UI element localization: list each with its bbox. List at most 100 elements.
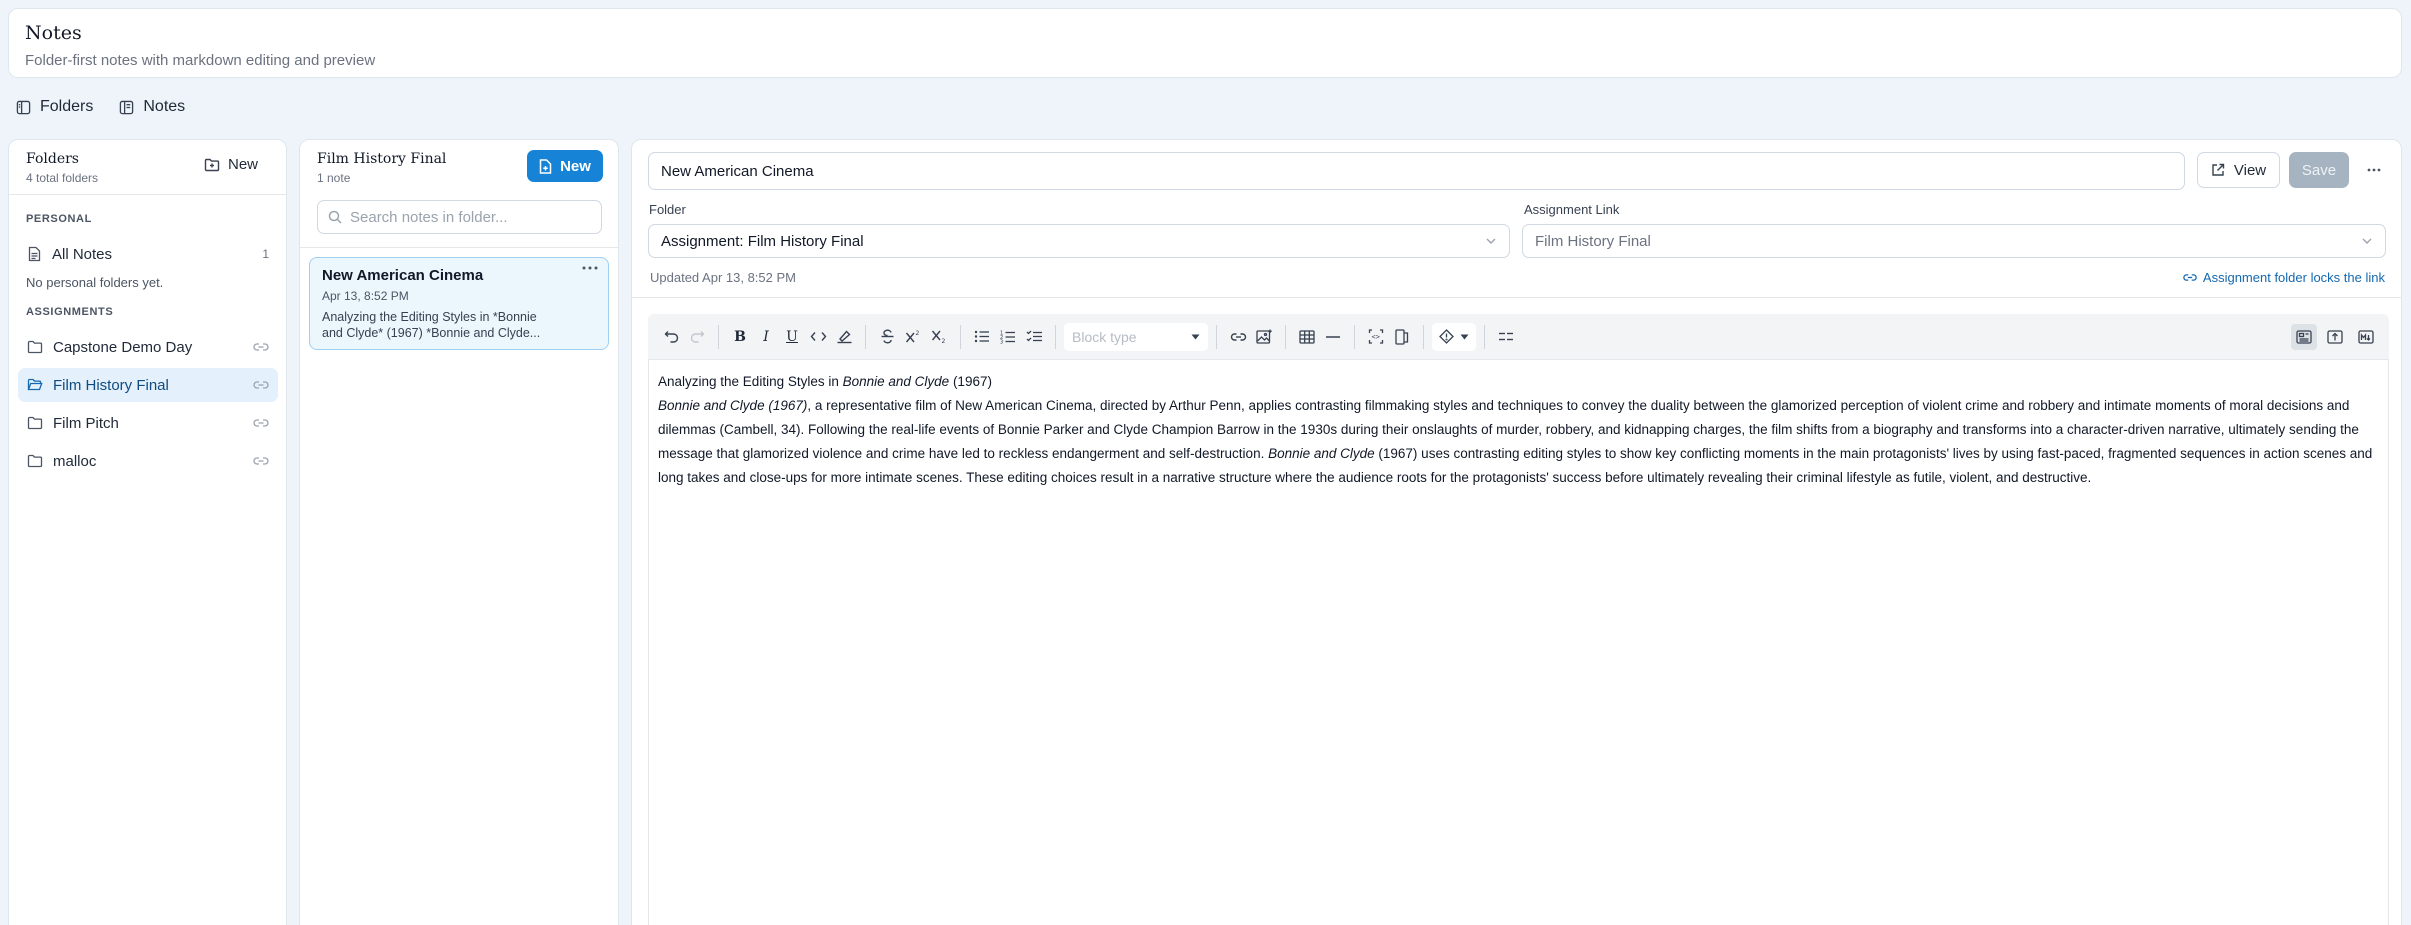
note-title-input[interactable] xyxy=(648,152,2185,190)
editor-panel: View Save Folder Assignment: Film Histor… xyxy=(631,139,2402,925)
content-italic: Bonnie and Clyde xyxy=(842,374,950,389)
strikethrough-button[interactable] xyxy=(874,324,900,350)
note-card[interactable]: New American Cinema Apr 13, 8:52 PM Anal… xyxy=(309,257,609,350)
superscript-button[interactable]: 2 xyxy=(900,324,926,350)
bulleted-list-button[interactable] xyxy=(969,324,995,350)
source-mode-button[interactable] xyxy=(2322,324,2348,350)
subscript-button[interactable]: 2 xyxy=(926,324,952,350)
image-icon xyxy=(1256,329,1272,344)
divider xyxy=(300,247,618,248)
new-folder-button[interactable]: New xyxy=(204,156,258,173)
note-card-snippet: Analyzing the Editing Styles in *Bonnie … xyxy=(322,310,541,340)
folder-open-icon xyxy=(27,378,43,392)
more-icon xyxy=(582,266,598,270)
folder-icon xyxy=(27,454,43,468)
app-title: Notes xyxy=(25,22,82,44)
editor-more-button[interactable] xyxy=(2360,156,2388,184)
redo-button[interactable] xyxy=(684,324,710,350)
code-button[interactable] xyxy=(805,324,831,350)
notes-toggle-label: Notes xyxy=(143,98,186,115)
notes-header: Film History Final 1 note xyxy=(317,151,446,185)
folder-label: malloc xyxy=(53,452,97,470)
empty-personal-text: No personal folders yet. xyxy=(26,275,164,290)
view-toggle: Folders Notes xyxy=(16,98,185,116)
checklist-button[interactable] xyxy=(1021,324,1047,350)
save-button[interactable]: Save xyxy=(2289,152,2349,188)
notes-toggle-button[interactable]: Notes xyxy=(119,98,185,116)
notes-panel: Film History Final 1 note New New Americ… xyxy=(299,139,619,925)
admonition-button[interactable] xyxy=(1432,322,1476,351)
admonition-icon xyxy=(1439,329,1454,344)
fullscreen-button[interactable] xyxy=(1389,324,1415,350)
highlight-button[interactable] xyxy=(831,324,857,350)
rich-text-mode-button[interactable] xyxy=(2291,323,2317,350)
toolbar-separator xyxy=(960,324,961,349)
toolbar-separator xyxy=(718,324,719,349)
note-search-input[interactable] xyxy=(350,208,590,226)
notes-count: 1 note xyxy=(317,171,351,185)
folder-item-film-history-final[interactable]: Film History Final xyxy=(18,368,278,402)
content-italic: Bonnie and Clyde xyxy=(1268,446,1375,461)
underline-button[interactable]: U xyxy=(779,324,805,350)
folder-label: Film Pitch xyxy=(53,414,119,432)
block-type-select[interactable]: Block type xyxy=(1064,322,1208,351)
assignment-link-select[interactable]: Film History Final xyxy=(1522,224,2386,258)
markdown-icon xyxy=(2358,329,2374,344)
toolbar-separator xyxy=(1423,324,1424,349)
new-note-button[interactable]: New xyxy=(527,150,603,182)
editor-mode-toggle xyxy=(2291,323,2379,350)
bold-button[interactable]: B xyxy=(727,324,753,350)
chevron-down-icon xyxy=(2361,237,2373,245)
folders-toggle-label: Folders xyxy=(40,98,94,115)
folder-icon xyxy=(27,340,43,354)
content-text: (1967) xyxy=(949,374,992,389)
app-header: Notes Folder-first notes with markdown e… xyxy=(8,8,2402,78)
diff-icon: <> xyxy=(1368,329,1384,344)
diff-button[interactable]: <> xyxy=(1363,324,1389,350)
undo-icon xyxy=(664,330,679,343)
insert-image-button[interactable] xyxy=(1251,324,1277,350)
folder-plus-icon xyxy=(204,157,220,172)
file-plus-icon xyxy=(539,158,552,174)
horizontal-rule-button[interactable] xyxy=(1320,324,1346,350)
note-search-field[interactable] xyxy=(317,200,602,234)
note-card-title: New American Cinema xyxy=(322,267,484,284)
insert-table-button[interactable] xyxy=(1294,324,1320,350)
more-icon xyxy=(2367,168,2381,172)
numbered-list-button[interactable]: 123 xyxy=(995,324,1021,350)
bulleted-list-icon xyxy=(974,330,990,343)
sidebar-icon xyxy=(119,100,134,115)
italic-icon: I xyxy=(763,328,769,345)
editor-content[interactable]: Analyzing the Editing Styles in Bonnie a… xyxy=(658,370,2378,490)
folders-header: Folders 4 total folders xyxy=(26,151,98,185)
note-menu-button[interactable] xyxy=(582,266,598,270)
editor-toolbar: B I U 2 2 123 Block type <> xyxy=(648,314,2389,360)
all-notes-item[interactable]: All Notes 1 xyxy=(18,237,278,271)
block-type-placeholder: Block type xyxy=(1072,328,1137,345)
insert-link-button[interactable] xyxy=(1225,324,1251,350)
link-icon xyxy=(253,456,269,466)
markdown-mode-button[interactable] xyxy=(2353,324,2379,350)
content-paragraph: Bonnie and Clyde (1967), a representativ… xyxy=(658,394,2378,490)
view-button[interactable]: View xyxy=(2197,152,2280,188)
assignment-lock-link[interactable]: Assignment folder locks the link xyxy=(2183,270,2385,285)
folders-toggle-button[interactable]: Folders xyxy=(16,98,93,116)
folder-select[interactable]: Assignment: Film History Final xyxy=(648,224,1510,258)
folder-item-film-pitch[interactable]: Film Pitch xyxy=(18,406,278,440)
content-heading: Analyzing the Editing Styles in Bonnie a… xyxy=(658,370,2378,394)
toolbar-separator xyxy=(1216,324,1217,349)
chevron-down-icon xyxy=(1485,237,1497,245)
undo-button[interactable] xyxy=(658,324,684,350)
italic-button[interactable]: I xyxy=(753,324,779,350)
underline-icon: U xyxy=(786,328,798,345)
folder-item-capstone-demo-day[interactable]: Capstone Demo Day xyxy=(18,330,278,364)
code-icon xyxy=(810,331,827,342)
toolbar-separator xyxy=(1484,324,1485,349)
folder-item-malloc[interactable]: malloc xyxy=(18,444,278,478)
table-icon xyxy=(1299,329,1315,344)
split-view-button[interactable] xyxy=(1493,324,1519,350)
caret-down-icon xyxy=(1191,334,1200,340)
subscript-icon: 2 xyxy=(931,329,947,344)
split-view-icon xyxy=(1498,332,1514,341)
link-icon xyxy=(253,342,269,352)
